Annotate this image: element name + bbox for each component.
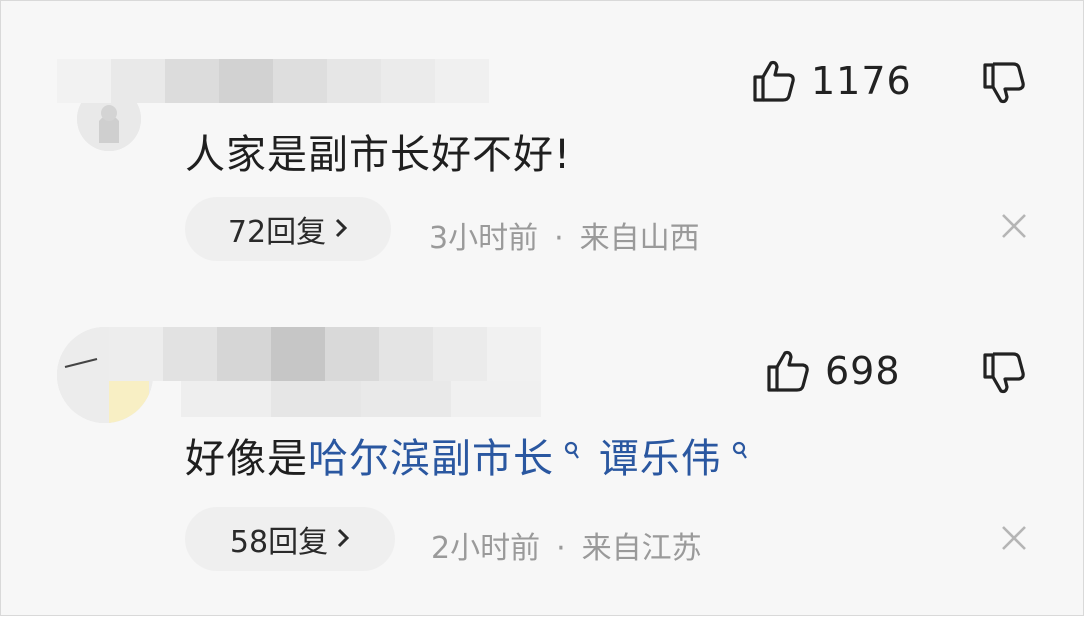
meta-separator: · [556,531,566,566]
thumbs-up-icon [765,349,811,393]
username-blurred [57,59,489,103]
comment-meta: 2小时前 · 来自江苏 [431,523,702,567]
comment-meta: 3小时前 · 来自山西 [429,213,700,257]
close-icon[interactable] [999,523,1029,559]
meta-separator: · [554,221,564,256]
like-count: 698 [825,349,901,393]
search-icon[interactable] [556,441,589,466]
thumbs-down-icon[interactable] [981,351,1027,395]
comment-text: 好像是哈尔滨副市长 谭乐伟 [185,439,759,479]
comment-list: 人家是副市长好不好! 1176 72回复 3小时前 · 来自山西 好像是哈尔滨副… [0,0,1084,616]
reply-button[interactable]: 58回复 [185,507,395,571]
thumbs-up-icon [751,59,797,103]
comment-item: 人家是副市长好不好! 1176 72回复 3小时前 · 来自山西 [1,1,1084,301]
like-button[interactable]: 1176 [751,59,912,103]
comment-time: 3小时前 [429,221,539,256]
chevron-right-icon [334,212,348,247]
comment-location: 来自山西 [579,221,700,256]
user-tag-blurred [181,381,541,417]
comment-item: 好像是哈尔滨副市长 谭乐伟 698 58回复 2小时前 · 来自江苏 [1,301,1084,617]
comment-time: 2小时前 [431,531,541,566]
search-icon[interactable] [724,441,749,466]
reply-label: 58回复 [229,525,329,560]
thumbs-down-icon[interactable] [981,61,1027,105]
chevron-right-icon [336,522,350,557]
comment-text-segment: 人家是副市长好不好! [185,132,572,178]
reply-button[interactable]: 72回复 [185,197,391,261]
username-blurred [109,327,545,381]
search-link[interactable]: 谭乐伟 [599,436,722,482]
reply-label: 72回复 [227,215,327,250]
comment-location: 来自江苏 [581,531,702,566]
search-link[interactable]: 哈尔滨副市长 [308,436,554,482]
like-button[interactable]: 698 [765,349,901,393]
close-icon[interactable] [999,211,1029,247]
comment-text-segment: 好像是 [185,436,308,482]
comment-text: 人家是副市长好不好! [185,135,571,175]
like-count: 1176 [811,59,912,103]
